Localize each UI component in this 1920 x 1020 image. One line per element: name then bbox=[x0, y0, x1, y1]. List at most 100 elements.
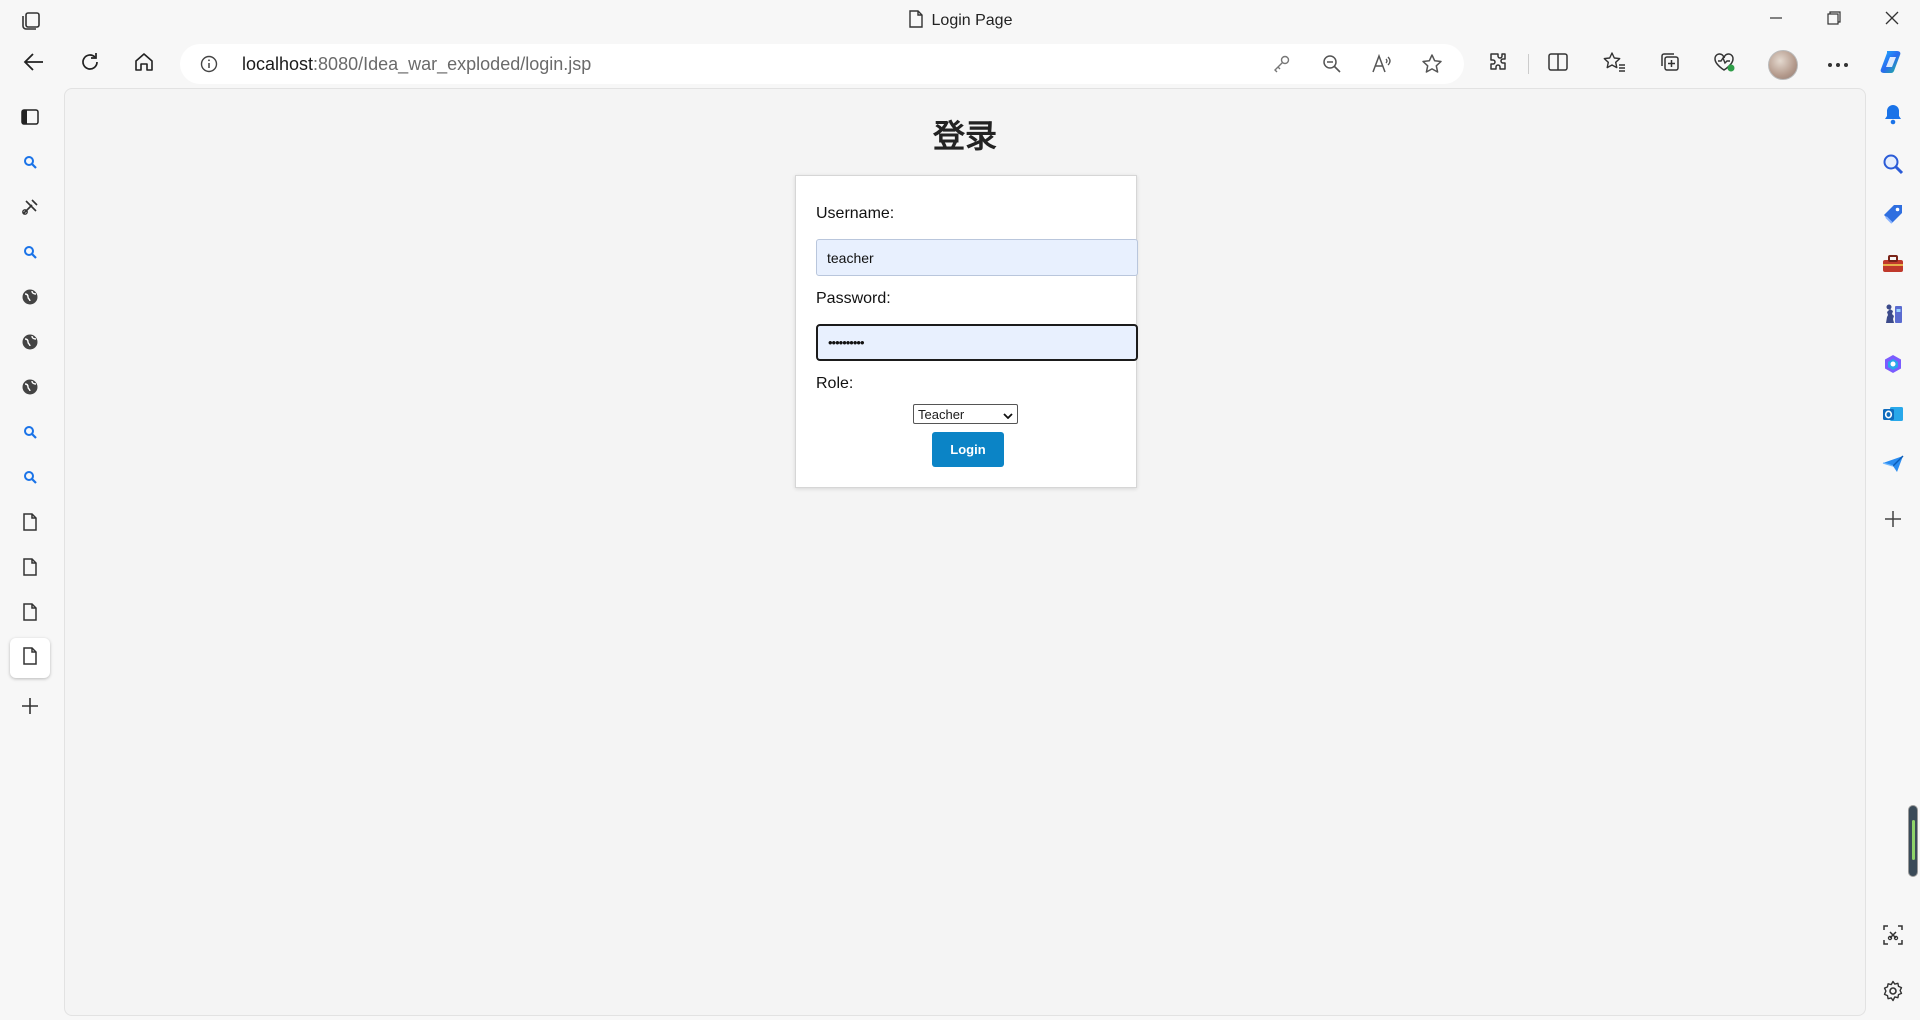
password-input[interactable]: •••••••••• bbox=[816, 324, 1138, 361]
profile-avatar[interactable] bbox=[1768, 50, 1798, 80]
read-aloud-icon[interactable] bbox=[1370, 52, 1394, 76]
minimize-button[interactable] bbox=[1756, 6, 1796, 34]
search-icon bbox=[23, 155, 37, 174]
sidebar-tab-5[interactable] bbox=[10, 324, 50, 364]
url-path: :8080/Idea_war_exploded/login.jsp bbox=[313, 54, 592, 74]
games-icon bbox=[1882, 303, 1904, 330]
globe-icon bbox=[21, 288, 39, 311]
browser-essentials-button[interactable] bbox=[1706, 46, 1742, 82]
sidebar-tab-7[interactable] bbox=[10, 414, 50, 454]
sidebar-tab-4[interactable] bbox=[10, 279, 50, 319]
shopping-button[interactable] bbox=[1878, 201, 1908, 231]
restore-button[interactable] bbox=[1814, 6, 1854, 34]
copilot-button[interactable] bbox=[1874, 46, 1910, 82]
new-tab-icon bbox=[20, 696, 40, 721]
globe-icon bbox=[21, 333, 39, 356]
document-icon bbox=[908, 10, 924, 33]
split-screen-icon bbox=[1547, 51, 1569, 78]
copilot-icon bbox=[1878, 48, 1906, 81]
sidebar-tab-9[interactable] bbox=[10, 504, 50, 544]
add-icon bbox=[1884, 510, 1902, 533]
sidebar-tab-3[interactable] bbox=[10, 234, 50, 274]
page-title: 登录 bbox=[932, 117, 997, 155]
role-select-value: Teacher bbox=[918, 406, 965, 422]
address-bar[interactable]: localhost:8080/Idea_war_exploded/login.j… bbox=[180, 44, 1464, 84]
search-icon bbox=[1882, 153, 1904, 180]
sword-icon bbox=[20, 197, 40, 222]
sidebar-search-button[interactable] bbox=[1878, 151, 1908, 181]
close-icon bbox=[1885, 11, 1899, 30]
info-icon[interactable] bbox=[200, 55, 218, 78]
more-button[interactable] bbox=[1820, 46, 1856, 82]
vertical-tabs-sidebar bbox=[0, 88, 62, 1020]
sidebar-tab-10[interactable] bbox=[10, 549, 50, 589]
chevron-down-icon bbox=[1003, 407, 1013, 422]
home-button[interactable] bbox=[126, 46, 162, 82]
extensions-button[interactable] bbox=[1480, 46, 1516, 82]
sidebar-settings-button[interactable] bbox=[1878, 978, 1908, 1008]
page-icon bbox=[22, 646, 38, 670]
scrollbar-thumb[interactable] bbox=[1908, 805, 1918, 877]
microsoft-365-button[interactable] bbox=[1878, 351, 1908, 381]
window-title: Login Page bbox=[0, 10, 1920, 33]
page-icon bbox=[22, 602, 38, 626]
sidebar-tab-1[interactable] bbox=[10, 144, 50, 184]
username-input[interactable] bbox=[816, 239, 1138, 276]
navigation-bar: localhost:8080/Idea_war_exploded/login.j… bbox=[0, 40, 1920, 88]
send-icon bbox=[1882, 454, 1904, 479]
home-icon bbox=[133, 51, 155, 78]
collections-icon bbox=[1659, 51, 1681, 78]
window-title-text: Login Page bbox=[931, 12, 1013, 29]
favorites-button[interactable] bbox=[1596, 46, 1632, 82]
sidebar-tab-active[interactable] bbox=[10, 638, 50, 678]
screenshot-icon bbox=[1882, 924, 1904, 951]
toolbox-icon bbox=[1882, 254, 1904, 279]
screenshot-button[interactable] bbox=[1878, 922, 1908, 952]
title-bar: Login Page bbox=[0, 0, 1920, 40]
settings-icon bbox=[1882, 980, 1904, 1007]
shopping-tag-icon bbox=[1882, 203, 1904, 230]
sidebar-tab-2[interactable] bbox=[10, 189, 50, 229]
right-sidebar bbox=[1866, 88, 1920, 1020]
sidebar-tab-11[interactable] bbox=[10, 594, 50, 634]
page-icon bbox=[22, 512, 38, 536]
sidebar-add-button[interactable] bbox=[1878, 506, 1908, 536]
page-icon bbox=[22, 557, 38, 581]
tools-button[interactable] bbox=[1878, 251, 1908, 281]
tab-actions-icon bbox=[20, 107, 40, 132]
refresh-button[interactable] bbox=[72, 46, 108, 82]
url-host: localhost bbox=[242, 54, 314, 74]
favorite-star-icon[interactable] bbox=[1420, 52, 1444, 76]
sidebar-tab-8[interactable] bbox=[10, 459, 50, 499]
search-icon bbox=[23, 470, 37, 489]
bell-icon bbox=[1883, 103, 1903, 130]
more-icon bbox=[1827, 55, 1849, 73]
role-select[interactable]: Teacher bbox=[913, 404, 1018, 424]
restore-icon bbox=[1827, 10, 1841, 30]
login-button[interactable]: Login bbox=[932, 432, 1004, 467]
sidebar-tab-6[interactable] bbox=[10, 369, 50, 409]
key-icon[interactable] bbox=[1270, 52, 1294, 76]
close-button[interactable] bbox=[1872, 6, 1912, 34]
url-text[interactable]: localhost:8080/Idea_war_exploded/login.j… bbox=[242, 54, 591, 75]
outlook-button[interactable] bbox=[1878, 401, 1908, 431]
send-button[interactable] bbox=[1878, 451, 1908, 481]
extensions-icon bbox=[1487, 51, 1509, 78]
new-tab-button[interactable] bbox=[10, 688, 50, 728]
outlook-icon bbox=[1882, 403, 1904, 430]
role-label: Role: bbox=[816, 375, 854, 392]
tab-actions-button[interactable] bbox=[10, 99, 50, 139]
refresh-icon bbox=[79, 51, 101, 78]
collections-button[interactable] bbox=[1652, 46, 1688, 82]
back-button[interactable] bbox=[16, 46, 52, 82]
games-button[interactable] bbox=[1878, 301, 1908, 331]
favorites-icon bbox=[1602, 51, 1626, 78]
toolbar-separator bbox=[1528, 54, 1529, 74]
search-icon bbox=[23, 245, 37, 264]
split-screen-button[interactable] bbox=[1540, 46, 1576, 82]
globe-icon bbox=[21, 378, 39, 401]
zoom-out-icon[interactable] bbox=[1320, 52, 1344, 76]
back-icon bbox=[23, 51, 45, 78]
notifications-button[interactable] bbox=[1878, 101, 1908, 131]
browser-essentials-icon bbox=[1712, 51, 1736, 78]
